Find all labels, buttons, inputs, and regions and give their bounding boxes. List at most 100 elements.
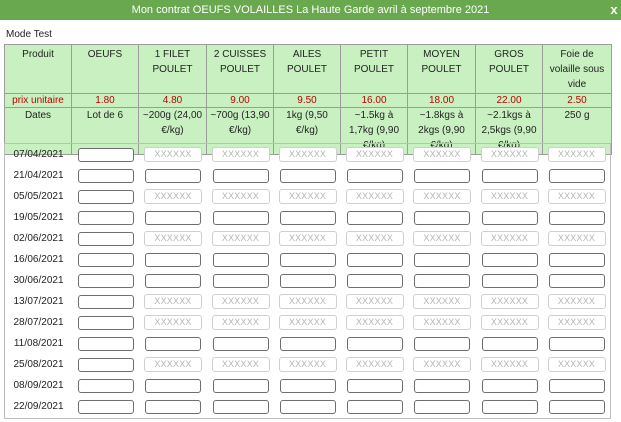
- quantity-input[interactable]: [414, 210, 470, 225]
- quantity-input[interactable]: [548, 210, 605, 225]
- quantity-input[interactable]: [481, 168, 538, 183]
- quantity-input[interactable]: [548, 168, 605, 183]
- quantity-input[interactable]: [77, 357, 134, 372]
- quantity-input[interactable]: [481, 210, 538, 225]
- header-price-cell: 1.80: [71, 93, 139, 108]
- quantity-input[interactable]: [77, 210, 134, 225]
- unavailable-cell: XXXXXX: [211, 294, 270, 309]
- quantity-input[interactable]: [77, 231, 134, 246]
- quantity-input[interactable]: [145, 399, 201, 414]
- quantity-input[interactable]: [145, 336, 201, 351]
- quantity-input[interactable]: [548, 378, 605, 393]
- quantity-input[interactable]: [279, 252, 336, 267]
- quantity-input[interactable]: [279, 273, 336, 288]
- header-name-cell: PETIT POULET: [340, 44, 408, 94]
- quantity-input[interactable]: [77, 294, 134, 309]
- quantity-input[interactable]: [279, 378, 336, 393]
- quantity-input[interactable]: [77, 336, 134, 351]
- quantity-input[interactable]: [77, 252, 134, 267]
- quantity-input[interactable]: [212, 210, 269, 225]
- unavailable-cell: XXXXXX: [547, 189, 606, 204]
- quantity-input[interactable]: [212, 378, 269, 393]
- quantity-input[interactable]: [212, 252, 269, 267]
- quantity-input[interactable]: [346, 210, 403, 225]
- quantity-input[interactable]: [77, 273, 134, 288]
- quantity-input[interactable]: [414, 336, 470, 351]
- delivery-date: 21/04/2021: [13, 170, 64, 181]
- quantity-input[interactable]: [414, 378, 470, 393]
- header-price-cell: 9.00: [206, 93, 274, 108]
- quantity-input[interactable]: [145, 273, 201, 288]
- quantity-input[interactable]: [212, 336, 269, 351]
- header-name-cell: 1 FILET POULET: [138, 44, 207, 94]
- table-row: 07/04/2021 XXXXXX XXXXXX XXXXXX XXXXXX XXXXXX…: [5, 144, 610, 165]
- unavailable-cell: XXXXXX: [278, 357, 337, 372]
- unavailable-cell: XXXXXX: [413, 231, 471, 246]
- quantity-input[interactable]: [414, 252, 470, 267]
- delivery-date: 07/04/2021: [13, 149, 64, 160]
- quantity-input[interactable]: [145, 210, 201, 225]
- quantity-input[interactable]: [481, 399, 538, 414]
- quantity-input[interactable]: [548, 336, 605, 351]
- quantity-input[interactable]: [77, 315, 134, 330]
- delivery-date: 02/06/2021: [13, 233, 64, 244]
- quantity-input[interactable]: [77, 378, 134, 393]
- mode-label: Mode Test: [6, 29, 52, 40]
- unavailable-cell: XXXXXX: [413, 189, 471, 204]
- quantity-input[interactable]: [346, 168, 403, 183]
- quantity-input[interactable]: [145, 378, 201, 393]
- unavailable-cell: XXXXXX: [480, 357, 539, 372]
- quantity-input[interactable]: [145, 252, 201, 267]
- quantity-input[interactable]: [279, 168, 336, 183]
- quantity-input[interactable]: [77, 189, 134, 204]
- quantity-input[interactable]: [279, 210, 336, 225]
- quantity-input[interactable]: [548, 273, 605, 288]
- quantity-input[interactable]: [212, 168, 269, 183]
- delivery-date: 13/07/2021: [13, 296, 64, 307]
- quantity-input[interactable]: [279, 336, 336, 351]
- quantity-input[interactable]: [548, 399, 605, 414]
- quantity-input[interactable]: [145, 168, 201, 183]
- unavailable-cell: XXXXXX: [345, 357, 404, 372]
- quantity-input[interactable]: [481, 378, 538, 393]
- table-row: 28/07/2021 XXXXXX XXXXXX XXXXXX XXXXXX XXXXXX…: [5, 312, 610, 333]
- table-row: 13/07/2021 XXXXXX XXXXXX XXXXXX XXXXXX XXXXXX…: [5, 291, 610, 312]
- unavailable-cell: XXXXXX: [413, 294, 471, 309]
- quantity-input[interactable]: [414, 273, 470, 288]
- header-name-cell: MOYEN POULET: [407, 44, 476, 94]
- quantity-input[interactable]: [279, 399, 336, 414]
- quantity-input[interactable]: [346, 336, 403, 351]
- quantity-input[interactable]: [548, 252, 605, 267]
- quantity-input[interactable]: [77, 168, 134, 183]
- header-name-cell: Produit: [4, 44, 72, 94]
- quantity-input[interactable]: [481, 273, 538, 288]
- table-row: 11/08/2021: [5, 333, 610, 354]
- delivery-date: 19/05/2021: [13, 212, 64, 223]
- quantity-input[interactable]: [481, 336, 538, 351]
- quantity-input[interactable]: [414, 399, 470, 414]
- delivery-date: 30/06/2021: [13, 275, 64, 286]
- quantity-input[interactable]: [346, 378, 403, 393]
- quantity-input[interactable]: [77, 399, 134, 414]
- quantity-input[interactable]: [212, 273, 269, 288]
- delivery-date: 16/06/2021: [13, 254, 64, 265]
- quantity-input[interactable]: [481, 252, 538, 267]
- header-price-cell: 4.80: [138, 93, 207, 108]
- quantity-input[interactable]: [414, 168, 470, 183]
- quantity-input[interactable]: [346, 252, 403, 267]
- delivery-date: 11/08/2021: [13, 338, 64, 349]
- table-row: 22/09/2021: [5, 396, 610, 417]
- quantity-input[interactable]: [346, 399, 403, 414]
- close-icon[interactable]: x: [607, 0, 621, 20]
- quantity-input[interactable]: [346, 273, 403, 288]
- table-row: 19/05/2021: [5, 207, 610, 228]
- quantity-input[interactable]: [212, 399, 269, 414]
- header-price-cell: prix unitaire: [4, 93, 72, 108]
- order-table-body[interactable]: 07/04/2021 XXXXXX XXXXXX XXXXXX XXXXXX XXXXXX…: [4, 143, 611, 419]
- unavailable-cell: XXXXXX: [211, 357, 270, 372]
- quantity-input[interactable]: [77, 147, 134, 162]
- delivery-date: 08/09/2021: [13, 380, 64, 391]
- unavailable-cell: XXXXXX: [547, 357, 606, 372]
- header-name-cell: Foie de volaille sous vide: [542, 44, 612, 94]
- window-title: Mon contrat OEUFS VOLAILLES La Haute Gar…: [131, 4, 490, 16]
